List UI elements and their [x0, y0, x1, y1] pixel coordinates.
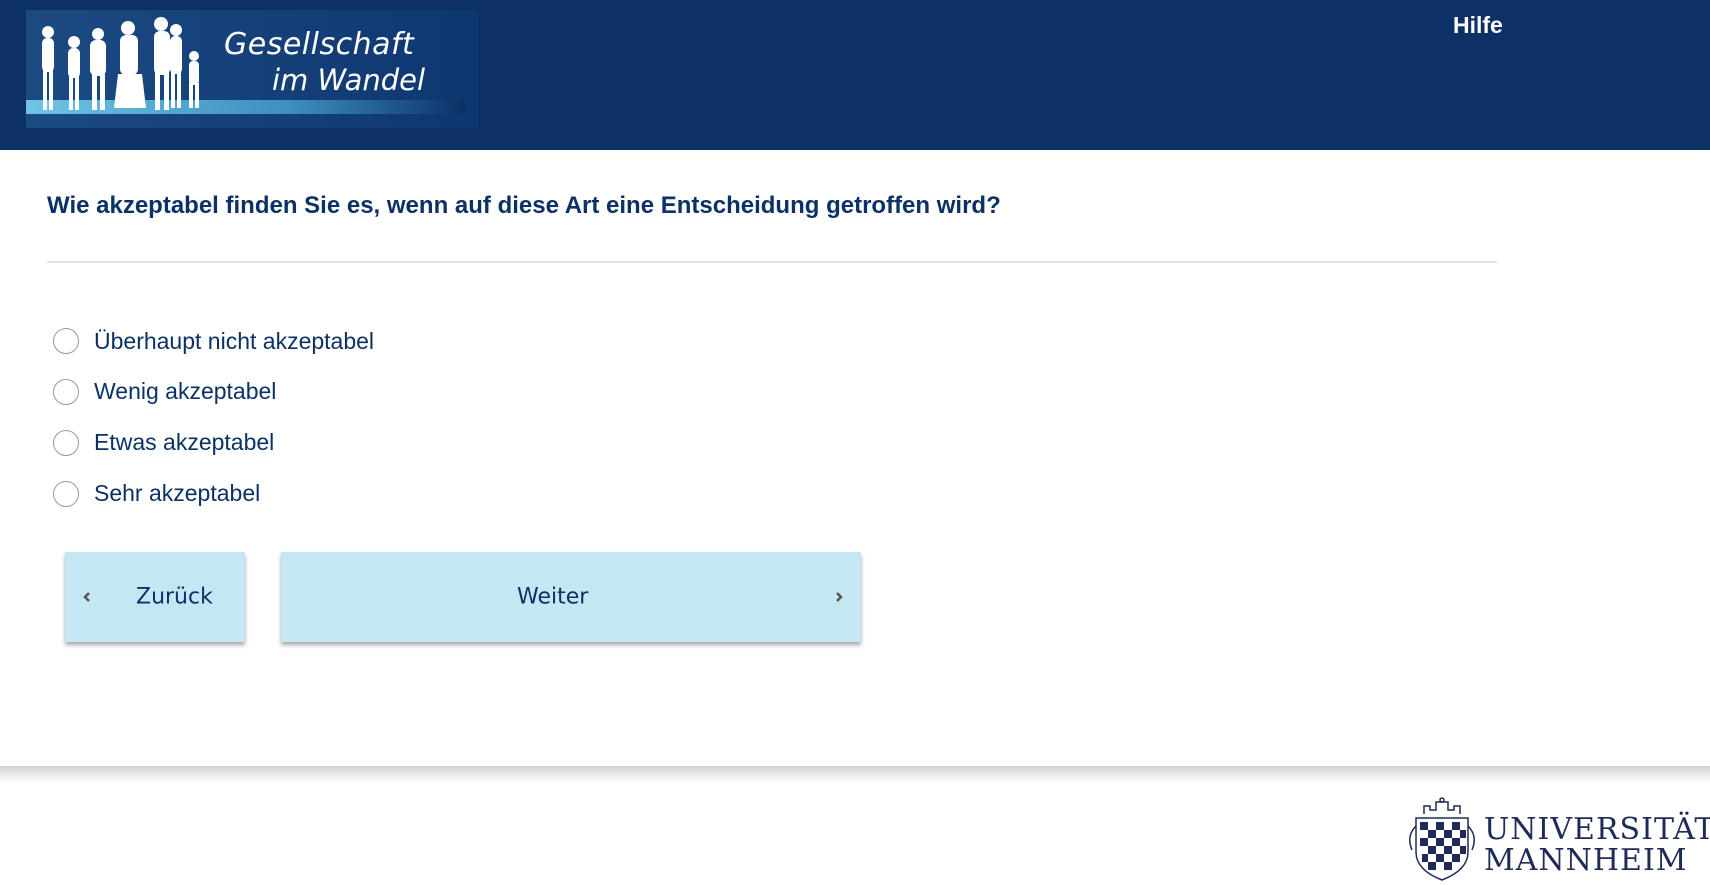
gesellschaft-im-wandel-logo: Gesellschaft im Wandel — [26, 10, 478, 128]
radio-button[interactable] — [53, 480, 79, 507]
site-header: Gesellschaft im Wandel Hilfe — [0, 0, 1710, 150]
back-button[interactable]: Zurück — [65, 552, 245, 642]
radio-button[interactable] — [53, 328, 79, 354]
university-name-line2: MANNHEIM — [1484, 843, 1688, 878]
universitaet-mannheim-logo: UNIVERSITÄT MANNHEIM — [1402, 796, 1710, 882]
back-button-label: Zurück — [136, 584, 213, 610]
next-button[interactable]: Weiter — [281, 552, 861, 642]
question-text: Wie akzeptabel finden Sie es, wenn auf d… — [47, 192, 1001, 219]
footer-separator — [0, 766, 1710, 782]
option-ueberhaupt-nicht-akzeptabel[interactable]: Überhaupt nicht akzeptabel — [53, 316, 374, 366]
divider — [47, 261, 1497, 263]
radio-button[interactable] — [53, 378, 79, 405]
next-button-label: Weiter — [517, 584, 589, 610]
chevron-left-icon — [83, 592, 90, 602]
university-name-line1: UNIVERSITÄT — [1484, 812, 1710, 847]
help-link[interactable]: Hilfe — [1453, 12, 1503, 39]
radio-button[interactable] — [53, 429, 79, 456]
logo-graphic: Gesellschaft im Wandel — [26, 10, 478, 128]
option-label: Etwas akzeptabel — [94, 429, 275, 455]
university-crest-icon — [1409, 797, 1475, 881]
chevron-right-icon — [836, 592, 843, 602]
logo-line1: Gesellschaft — [224, 27, 415, 62]
option-label: Überhaupt nicht akzeptabel — [94, 327, 375, 354]
logo-line2: im Wandel — [272, 63, 425, 97]
answer-options: Überhaupt nicht akzeptabel Wenig akzepta… — [53, 316, 374, 519]
option-label: Sehr akzeptabel — [94, 480, 261, 506]
option-wenig-akzeptabel[interactable]: Wenig akzeptabel — [53, 366, 374, 417]
option-label: Wenig akzeptabel — [94, 378, 277, 404]
option-sehr-akzeptabel[interactable]: Sehr akzeptabel — [53, 468, 374, 519]
option-etwas-akzeptabel[interactable]: Etwas akzeptabel — [53, 417, 374, 468]
